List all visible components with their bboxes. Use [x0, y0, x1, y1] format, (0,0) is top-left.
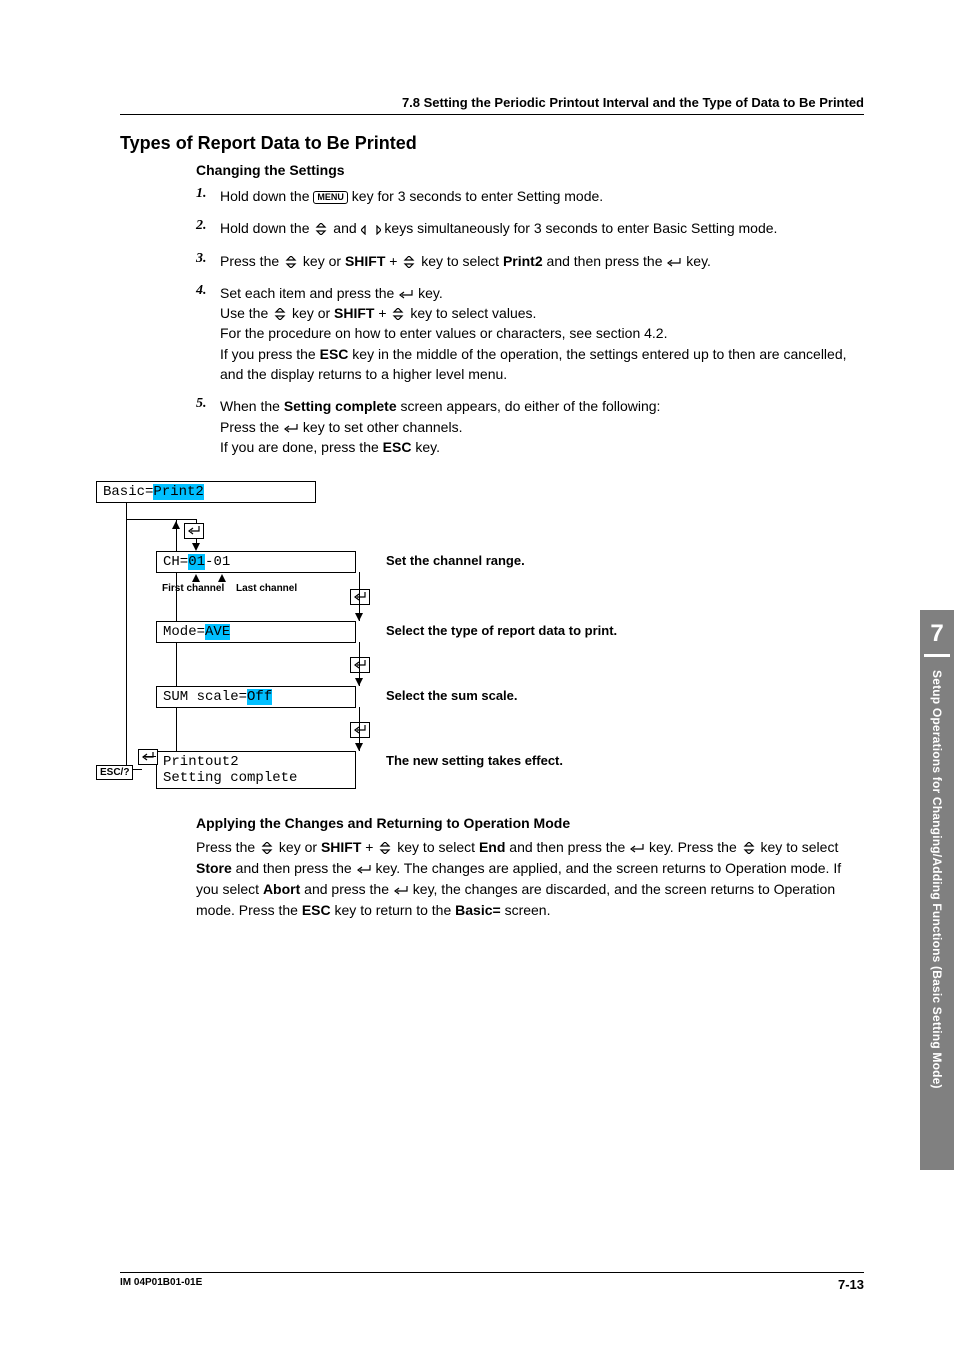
header-section-title: 7.8 Setting the Periodic Printout Interv…: [402, 95, 864, 110]
updown-icon: [283, 256, 299, 268]
changing-settings-heading: Changing the Settings: [196, 162, 864, 178]
updown-icon: [377, 842, 393, 854]
menu-key-icon: MENU: [313, 191, 348, 204]
first-channel-label: First channel: [162, 583, 224, 594]
step-number: 3.: [196, 251, 220, 267]
step-2: 2. Hold down the and keys simultaneously…: [196, 218, 864, 238]
enter-icon: [629, 844, 645, 854]
lcd-printout: Printout2Setting complete: [156, 751, 356, 789]
esc-key-icon: ESC/?: [96, 765, 133, 780]
chapter-title: Setup Operations for Changing/Adding Fun…: [930, 670, 944, 1089]
updown-icon: [272, 308, 288, 320]
step-body: When the Setting complete screen appears…: [220, 396, 864, 457]
step-body: Set each item and press the key. Use the…: [220, 283, 864, 384]
enter-key-icon: [138, 749, 158, 765]
caption-sum: Select the sum scale.: [386, 688, 518, 703]
arrow-down-icon: [355, 678, 363, 686]
chapter-tab: 7 Setup Operations for Changing/Adding F…: [920, 610, 954, 1170]
main-heading: Types of Report Data to Be Printed: [120, 133, 864, 154]
running-header: 7.8 Setting the Periodic Printout Interv…: [120, 94, 864, 115]
applying-section: Applying the Changes and Returning to Op…: [196, 815, 864, 921]
step-body: Hold down the and keys simultaneously fo…: [220, 218, 864, 238]
connector-line: [126, 502, 127, 769]
connector-line: [143, 756, 156, 757]
tab-divider: [924, 654, 950, 657]
arrow-up-icon: [192, 574, 200, 582]
leftright-icon: [361, 225, 381, 235]
lcd-basic: Basic=Print2: [96, 481, 316, 503]
enter-key-icon: [350, 657, 370, 673]
updown-icon: [259, 842, 275, 854]
page-footer: IM 04P01B01-01E 7-13: [120, 1272, 864, 1292]
lcd-mode: Mode=AVE: [156, 621, 356, 643]
caption-effect: The new setting takes effect.: [386, 753, 563, 768]
step-body: Hold down the MENU key for 3 seconds to …: [220, 186, 864, 206]
enter-key-icon: [350, 589, 370, 605]
applying-heading: Applying the Changes and Returning to Op…: [196, 815, 864, 831]
enter-key-icon: [184, 523, 204, 539]
step-number: 1.: [196, 186, 220, 202]
step-5: 5. When the Setting complete screen appe…: [196, 396, 864, 457]
step-number: 4.: [196, 283, 220, 299]
arrow-up-icon: [172, 521, 180, 529]
doc-id: IM 04P01B01-01E: [120, 1277, 202, 1292]
connector-line: [126, 519, 196, 520]
updown-icon: [401, 256, 417, 268]
enter-icon: [356, 865, 372, 875]
step-body: Press the key or SHIFT + key to select P…: [220, 251, 864, 271]
last-channel-label: Last channel: [236, 583, 297, 594]
lcd-ch: CH=01-01: [156, 551, 356, 573]
updown-icon: [741, 842, 757, 854]
chapter-number: 7: [920, 610, 954, 648]
caption-ch: Set the channel range.: [386, 553, 525, 568]
arrow-down-icon: [355, 743, 363, 751]
page-number: 7-13: [838, 1277, 864, 1292]
enter-icon: [398, 290, 414, 300]
arrow-up-icon: [218, 574, 226, 582]
enter-icon: [393, 886, 409, 896]
lcd-sum: SUM scale=Off: [156, 686, 356, 708]
applying-body: Press the key or SHIFT + key to select E…: [196, 837, 864, 921]
step-list: 1. Hold down the MENU key for 3 seconds …: [196, 186, 864, 457]
flow-diagram: Basic=Print2 CH=01-01 Set the channel ra…: [96, 481, 864, 791]
caption-mode: Select the type of report data to print.: [386, 623, 617, 638]
step-4: 4. Set each item and press the key. Use …: [196, 283, 864, 384]
arrow-down-icon: [355, 613, 363, 621]
step-3: 3. Press the key or SHIFT + key to selec…: [196, 251, 864, 271]
step-number: 5.: [196, 396, 220, 412]
updown-icon: [390, 308, 406, 320]
enter-key-icon: [350, 722, 370, 738]
step-1: 1. Hold down the MENU key for 3 seconds …: [196, 186, 864, 206]
enter-icon: [666, 258, 682, 268]
enter-icon: [283, 424, 299, 434]
updown-icon: [313, 223, 329, 235]
arrow-down-icon: [192, 543, 200, 551]
step-number: 2.: [196, 218, 220, 234]
